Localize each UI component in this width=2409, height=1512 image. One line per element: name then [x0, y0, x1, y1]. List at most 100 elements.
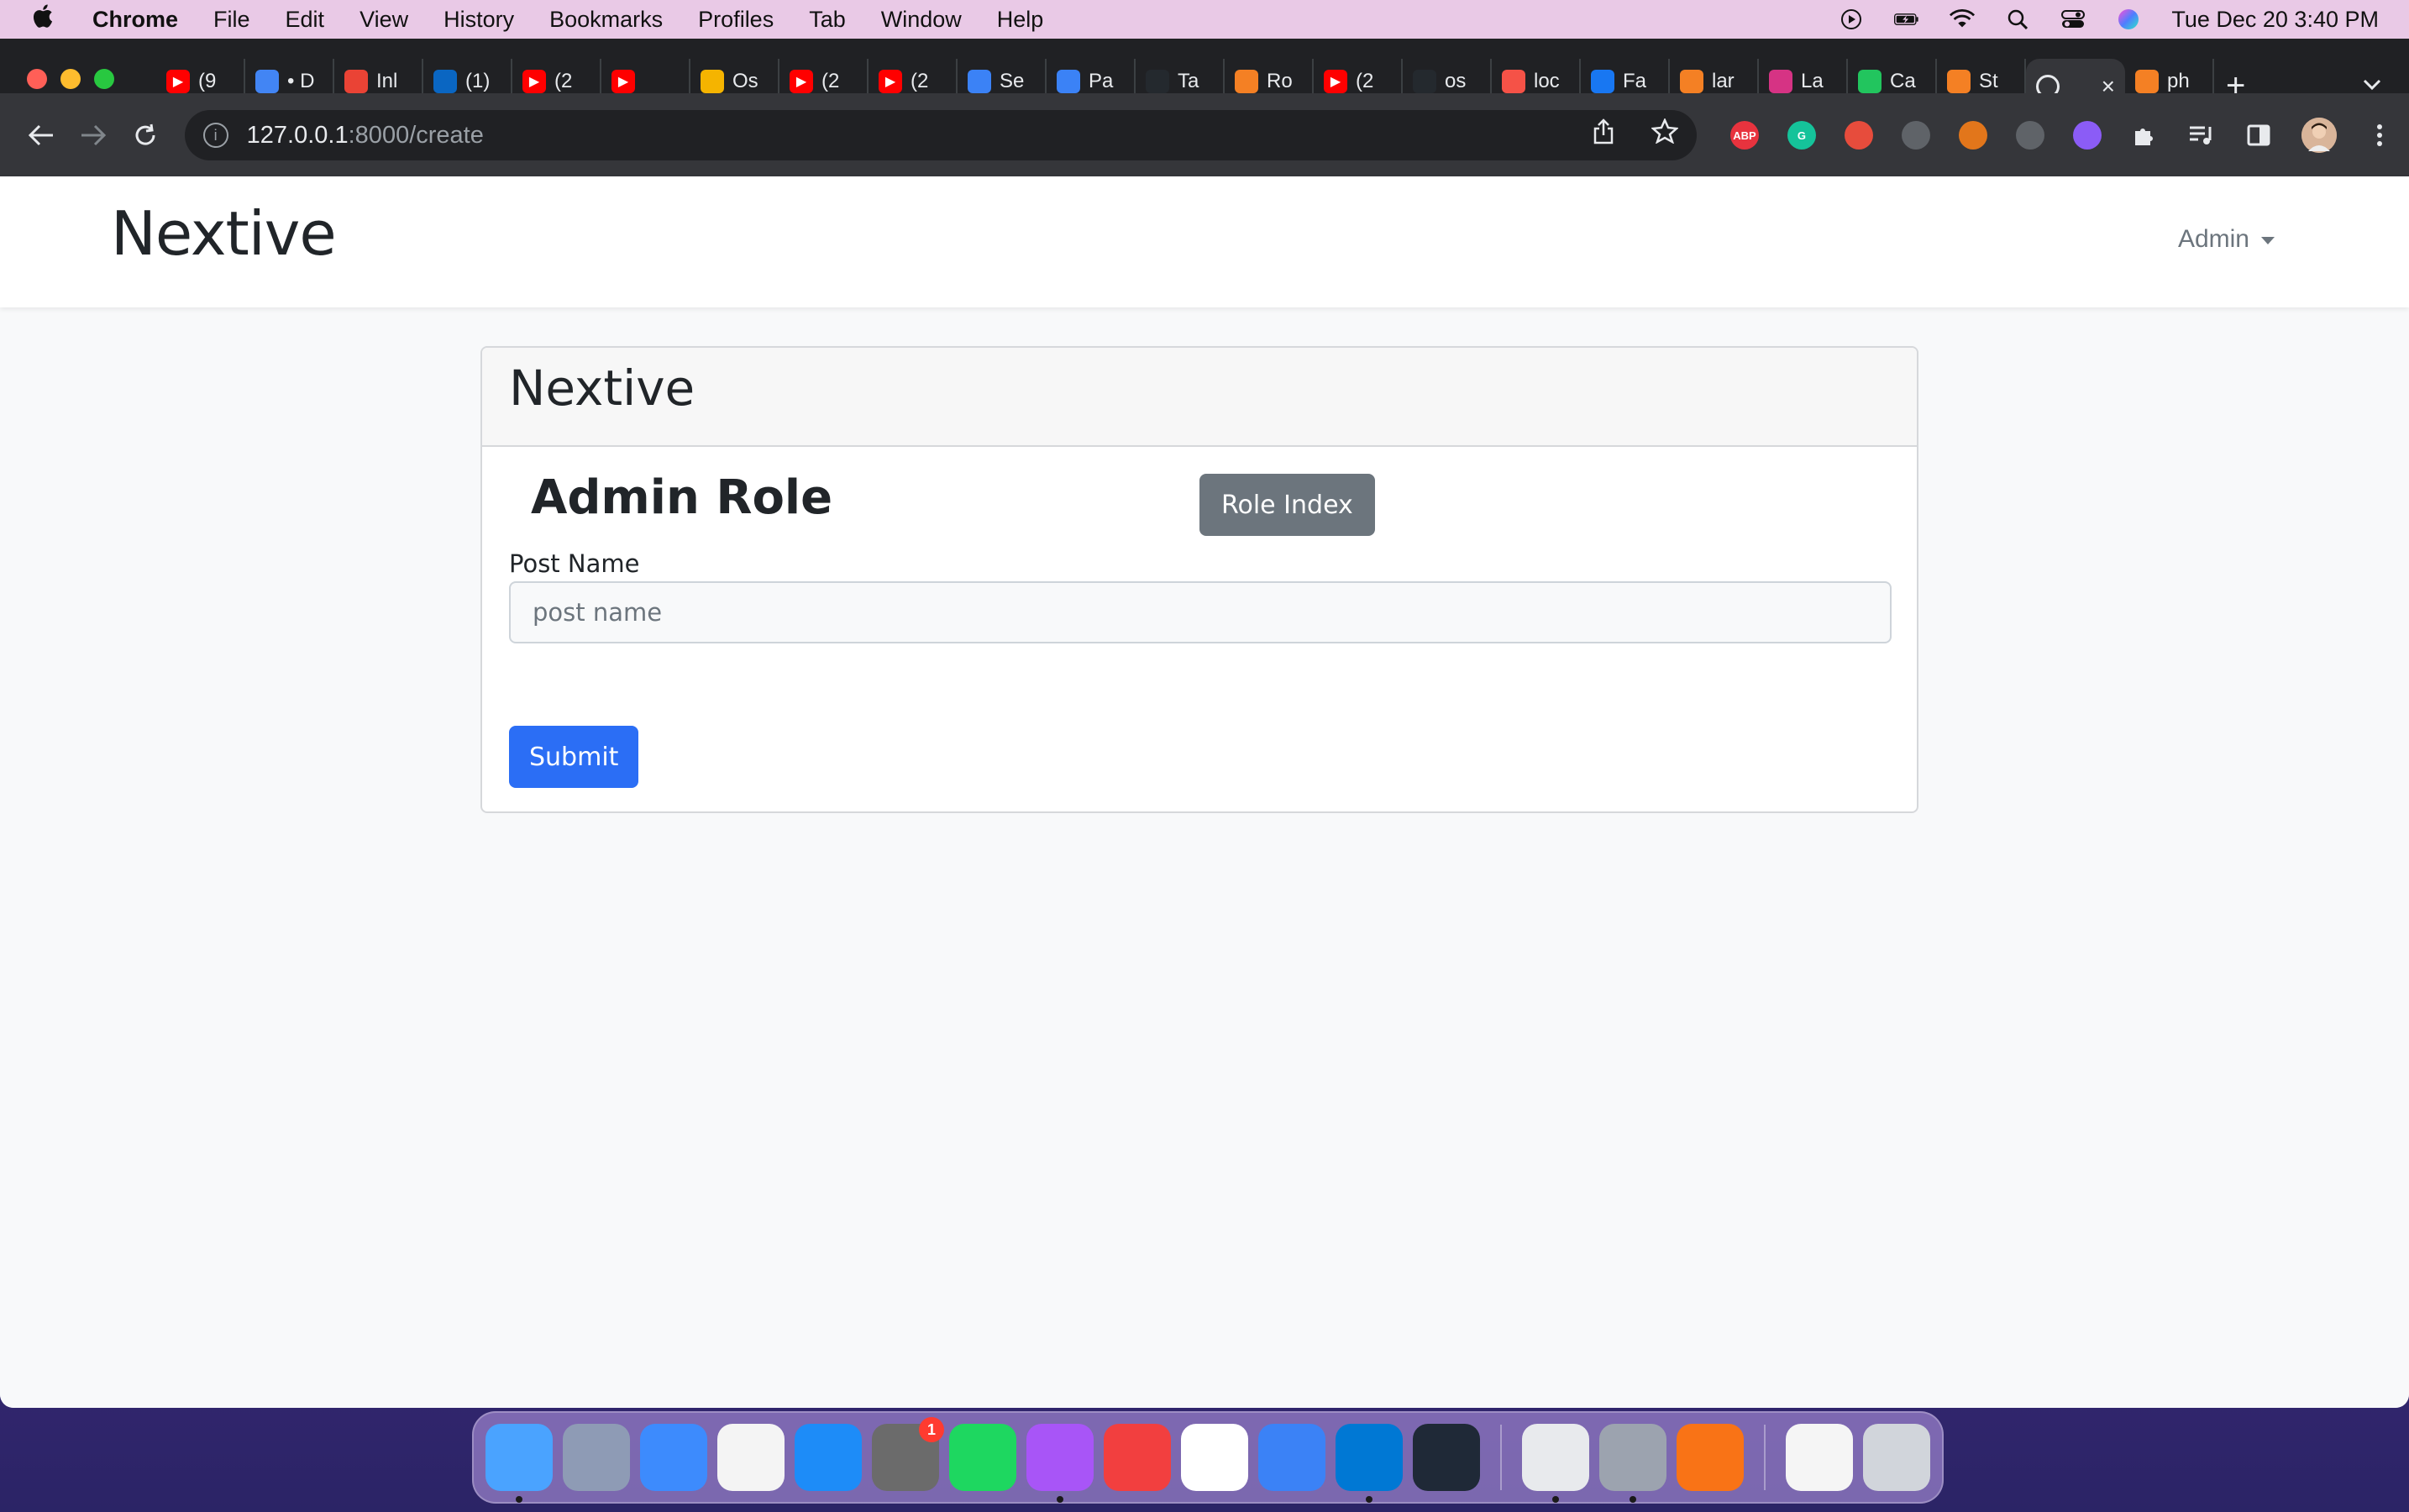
share-icon[interactable]: [1593, 118, 1614, 152]
post-name-input[interactable]: post name: [509, 581, 1892, 643]
screen-record-icon[interactable]: [1839, 8, 1864, 30]
wps-office-icon[interactable]: [1104, 1424, 1171, 1491]
stackoverflow-icon: [1235, 70, 1258, 93]
minimize-window-button[interactable]: [60, 69, 81, 89]
menu-app-name[interactable]: Chrome: [92, 7, 178, 33]
tab-title: (2: [1356, 70, 1374, 92]
siri-icon[interactable]: [2116, 8, 2141, 30]
menu-help[interactable]: Help: [997, 7, 1044, 33]
menu-tab[interactable]: Tab: [809, 7, 846, 33]
running-indicator: [516, 1496, 522, 1503]
apple-icon[interactable]: [30, 3, 64, 36]
forward-arrow-icon[interactable]: [67, 108, 119, 162]
tab-title: Pa: [1089, 70, 1114, 92]
mail-icon[interactable]: [2015, 121, 2044, 150]
ext-icon[interactable]: [1844, 121, 1873, 150]
vscode-icon[interactable]: [1336, 1424, 1403, 1503]
cloud-icon[interactable]: [1901, 121, 1930, 150]
refresh-icon: [1858, 70, 1882, 93]
media-control-icon[interactable]: [2187, 121, 2216, 150]
site-navbar: Nextive Admin: [0, 176, 2409, 307]
site-brand-link[interactable]: Nextive: [111, 198, 337, 269]
role-index-button[interactable]: Role Index: [1199, 474, 1375, 536]
site-info-icon[interactable]: i: [202, 123, 228, 148]
profile-avatar[interactable]: [2301, 118, 2337, 153]
menu-bookmarks[interactable]: Bookmarks: [549, 7, 663, 33]
wifi-icon[interactable]: [1950, 8, 1976, 30]
url-path: :8000/create: [348, 121, 484, 149]
tab-title: lar: [1712, 70, 1735, 92]
xcode-icon[interactable]: [1258, 1424, 1325, 1491]
notification-badge: 1: [919, 1417, 944, 1442]
control-center-icon[interactable]: [2060, 8, 2086, 30]
address-bar[interactable]: i 127.0.0.1:8000/create: [184, 110, 1697, 160]
menu-view[interactable]: View: [360, 7, 408, 33]
menu-file[interactable]: File: [213, 7, 250, 33]
launchpad-icon[interactable]: [563, 1424, 630, 1491]
metamask-icon[interactable]: [1958, 121, 1987, 150]
ai-app-icon[interactable]: [1181, 1424, 1248, 1491]
contacts-icon[interactable]: [1786, 1424, 1853, 1491]
spotlight-search-icon[interactable]: [2005, 8, 2030, 30]
tab-title: Inl: [376, 70, 398, 92]
youtube-icon: ▶: [1324, 70, 1347, 93]
abp-icon[interactable]: ABP: [1729, 121, 1759, 150]
os-icon: [701, 70, 724, 93]
extensions-puzzle-icon[interactable]: [2130, 121, 2159, 150]
submit-button[interactable]: Submit: [509, 726, 639, 788]
activity-monitor-icon[interactable]: [1413, 1424, 1480, 1491]
browser-window: ▶ (9 • D Inl (1) ▶ (2 ▶ Os ▶ (2 ▶ (2 Se Pa Ta Ro ▶ (2 os loc…: [0, 39, 2409, 1408]
clock[interactable]: Tue Dec 20 3:40 PM: [2171, 7, 2379, 33]
running-indicator: [1630, 1496, 1636, 1503]
settings-icon[interactable]: [1599, 1424, 1666, 1503]
menu-profiles[interactable]: Profiles: [698, 7, 774, 33]
messenger-icon[interactable]: [1026, 1424, 1094, 1503]
youtube-icon: ▶: [166, 70, 190, 93]
browser-toolbar: i 127.0.0.1:8000/create ABP G: [0, 93, 2409, 177]
dropdown-caret-icon: [2261, 236, 2275, 244]
tab-title: St: [1979, 70, 1998, 92]
user-dropdown[interactable]: Admin: [2178, 225, 2275, 254]
window-controls: [27, 69, 114, 89]
chrome-icon[interactable]: [1522, 1424, 1589, 1503]
stackoverflow-icon: [1947, 70, 1971, 93]
user-dropdown-label: Admin: [2177, 225, 2249, 253]
tab-title: Se: [1000, 70, 1025, 92]
close-window-button[interactable]: [27, 69, 47, 89]
github-icon: [1413, 70, 1436, 93]
menu-edit[interactable]: Edit: [286, 7, 325, 33]
tab-title: Os: [732, 70, 758, 92]
youtube-icon: ▶: [522, 70, 546, 93]
finder-icon[interactable]: [485, 1424, 553, 1503]
web-page: Nextive Admin Nextive Admin Role Role In…: [0, 176, 2409, 1408]
linkedin-icon: [433, 70, 457, 93]
zoom-window-button[interactable]: [94, 69, 114, 89]
laravel-icon: [1502, 70, 1525, 93]
trash-icon[interactable]: [1863, 1424, 1930, 1491]
system-preferences-icon[interactable]: 1: [872, 1417, 944, 1491]
dock-separator: [1500, 1425, 1502, 1490]
mail-icon[interactable]: [640, 1424, 707, 1491]
running-indicator: [1552, 1496, 1559, 1503]
menu-window[interactable]: Window: [881, 7, 962, 33]
battery-icon[interactable]: [1894, 8, 1919, 30]
side-panel-icon[interactable]: [2244, 121, 2273, 150]
spotify-icon[interactable]: [949, 1424, 1016, 1491]
bookmark-icon: [1057, 70, 1080, 93]
bookmark-star-icon[interactable]: [1650, 117, 1679, 152]
photos-icon[interactable]: [717, 1424, 785, 1491]
grammarly-icon[interactable]: G: [1787, 121, 1816, 150]
puzzle-icon[interactable]: [2072, 121, 2102, 150]
running-indicator: [1057, 1496, 1063, 1503]
stackoverflow-icon: [1680, 70, 1703, 93]
tab-title: (2: [911, 70, 929, 92]
reload-icon[interactable]: [119, 108, 171, 162]
more-menu-icon[interactable]: [2365, 121, 2394, 150]
menu-history[interactable]: History: [443, 7, 514, 33]
back-arrow-icon[interactable]: [15, 108, 67, 162]
stackoverflow-icon: [2135, 70, 2159, 93]
macos-menu-bar: Chrome File Edit View History Bookmarks …: [0, 0, 2409, 39]
pencil-app-icon[interactable]: [1677, 1424, 1744, 1491]
app-store-icon[interactable]: [795, 1424, 862, 1491]
role-form-card: Nextive Admin Role Role Index Post Name …: [480, 346, 1918, 813]
